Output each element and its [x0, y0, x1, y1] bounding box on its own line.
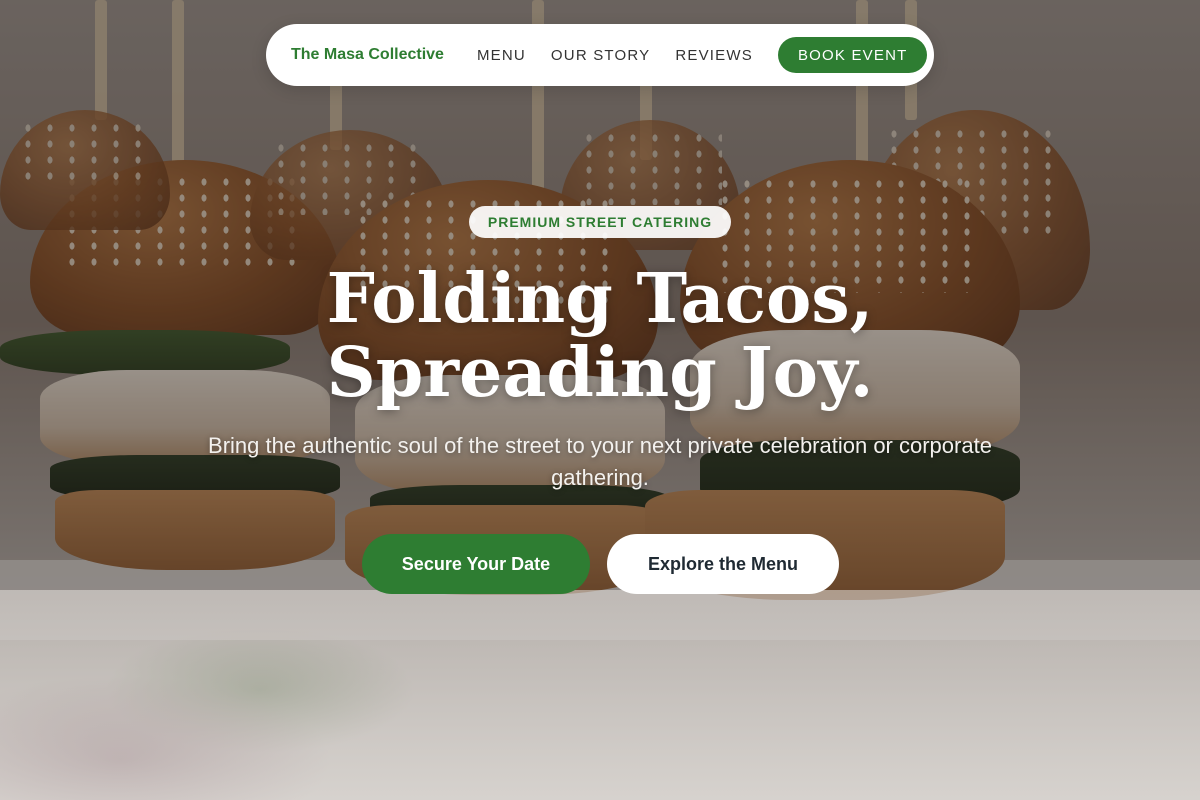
secure-your-date-button[interactable]: Secure Your Date	[362, 534, 590, 594]
nav-link-menu[interactable]: MENU	[477, 47, 526, 64]
book-event-button[interactable]: BOOK EVENT	[777, 37, 928, 73]
nav-link-reviews[interactable]: REVIEWS	[675, 47, 753, 64]
top-nav: The Masa Collective MENU OUR STORY REVIE…	[266, 24, 934, 86]
brand-logo[interactable]: The Masa Collective	[291, 46, 444, 64]
hero-bottom-fade	[0, 590, 1200, 800]
explore-menu-button[interactable]: Explore the Menu	[607, 534, 839, 594]
hero-section: The Masa Collective MENU OUR STORY REVIE…	[0, 0, 1200, 800]
hero-subtitle: Bring the authentic soul of the street t…	[208, 433, 992, 490]
hero-badge: PREMIUM STREET CATERING	[469, 206, 731, 238]
hero-headline: Folding Tacos, Spreading Joy.	[326, 259, 874, 413]
nav-link-our-story[interactable]: OUR STORY	[551, 47, 650, 64]
